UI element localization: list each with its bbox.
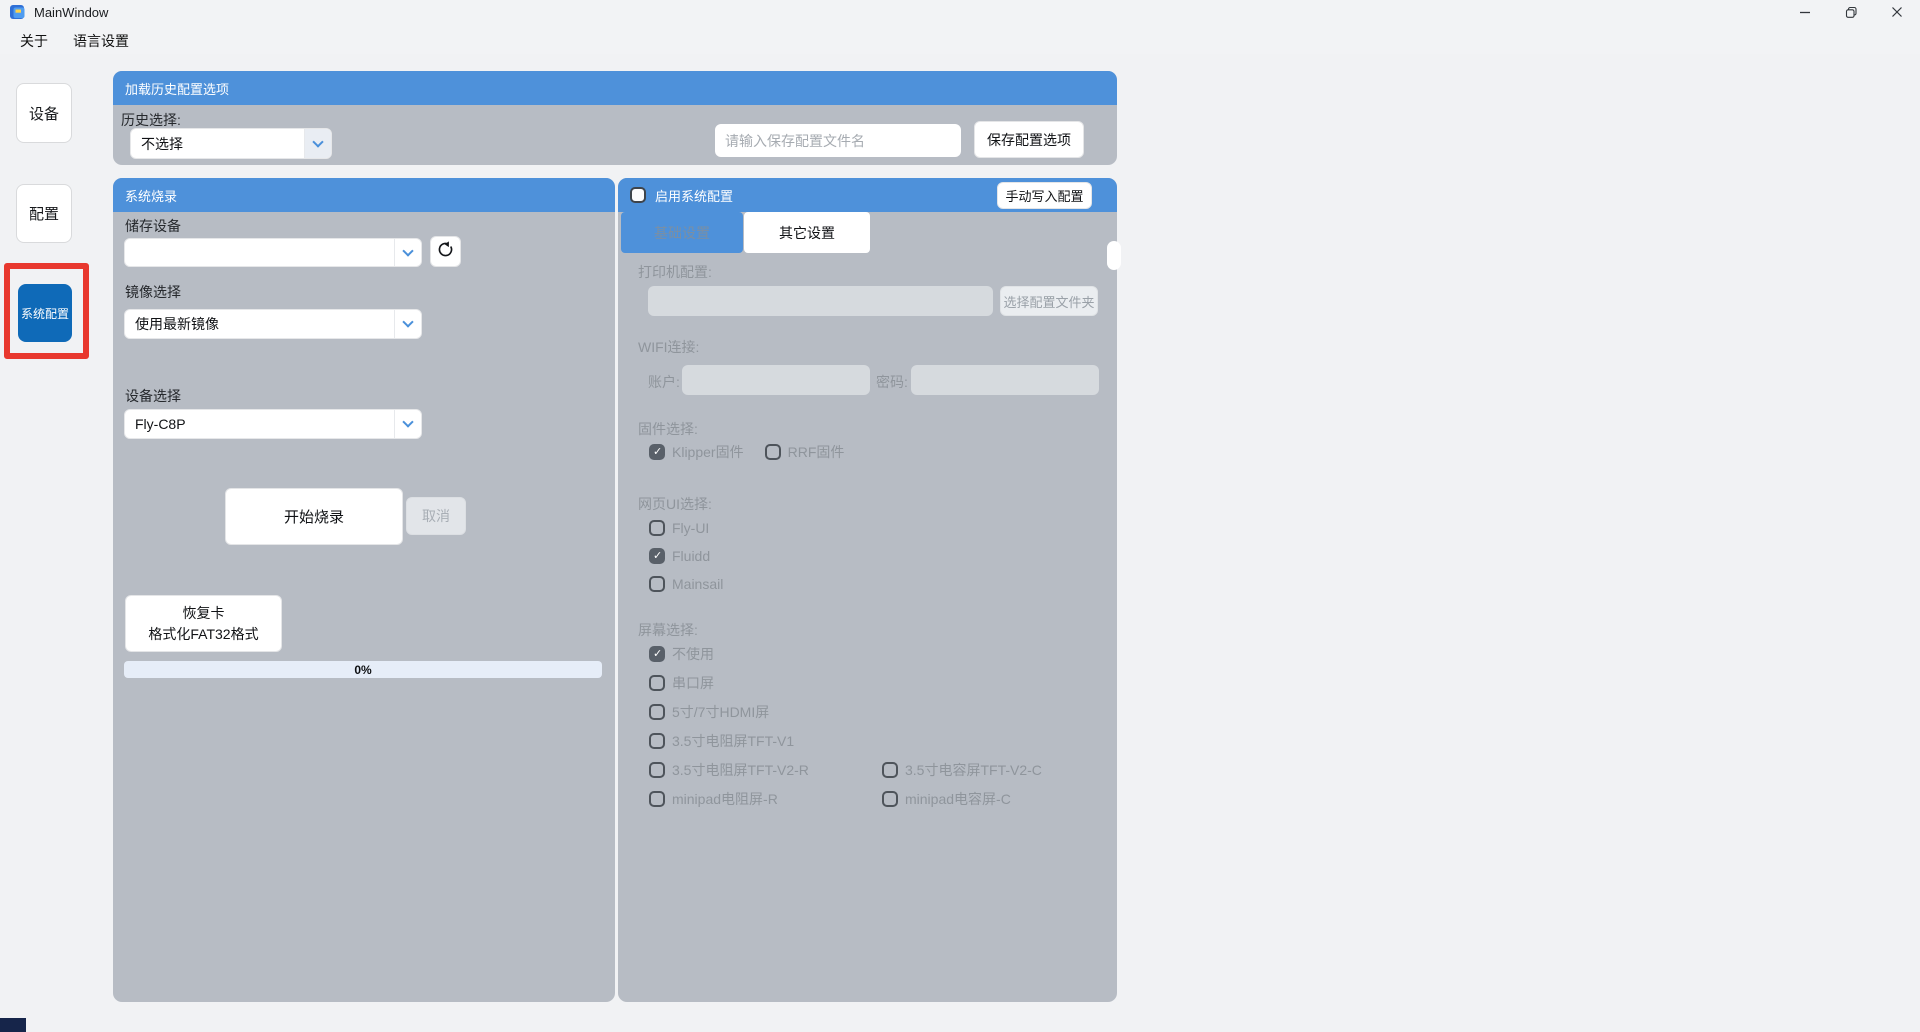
screen-minipad-c-checkbox[interactable] (882, 791, 898, 807)
printer-config-input[interactable] (648, 286, 993, 316)
enable-system-config-label: 启用系统配置 (655, 186, 733, 205)
screen-minipad-r-checkbox[interactable] (649, 791, 665, 807)
firmware-klipper-checkbox[interactable] (649, 444, 665, 460)
storage-device-value (125, 239, 394, 266)
tab-other-settings[interactable]: 其它设置 (744, 212, 870, 253)
firmware-rrf-checkbox[interactable] (765, 444, 781, 460)
history-config-panel: 加载历史配置选项 历史选择: 不选择 保存配置选项 (113, 71, 1117, 165)
flash-progress-text: 0% (354, 663, 371, 677)
wifi-account-label: 账户: (648, 372, 680, 392)
screen-tft-v2c-label: 3.5寸电容屏TFT-V2-C (905, 760, 1042, 780)
device-select-label: 设备选择 (125, 386, 181, 406)
sidebar-item-device[interactable]: 设备 (16, 83, 72, 143)
sidebar-item-config[interactable]: 配置 (16, 184, 72, 243)
system-flash-panel: 系统烧录 储存设备 镜像选择 使用最新镜像 设备选择 Fly-C8P 开始烧录 (113, 178, 615, 1002)
start-flash-button[interactable]: 开始烧录 (225, 488, 403, 545)
title-bar: MainWindow (0, 0, 1920, 24)
restore-card-format-button[interactable]: 恢复卡 格式化FAT32格式 (125, 595, 282, 652)
webui-mainsail-label: Mainsail (672, 576, 723, 592)
storage-device-label: 储存设备 (125, 216, 181, 236)
wifi-account-input[interactable] (682, 365, 870, 395)
wifi-password-input[interactable] (911, 365, 1099, 395)
firmware-klipper-label: Klipper固件 (672, 442, 744, 462)
main-window: MainWindow 关于 语言设置 设备 配置 系统配置 加载历史配置选项 历… (0, 0, 1920, 1032)
flash-progress-bar: 0% (124, 661, 602, 678)
taskbar-fragment (0, 1018, 26, 1032)
image-select-dropdown[interactable]: 使用最新镜像 (124, 309, 422, 339)
chevron-down-icon (394, 410, 421, 438)
chevron-down-icon (304, 129, 331, 158)
webui-flyui-checkbox[interactable] (649, 520, 665, 536)
screen-none-checkbox[interactable] (649, 646, 665, 662)
tab-basic-settings[interactable]: 基础设置 (621, 212, 743, 253)
refresh-storage-button[interactable] (430, 236, 461, 267)
app-icon (9, 3, 27, 21)
history-select-label: 历史选择: (121, 110, 181, 130)
sidebar-item-system-config[interactable]: 系统配置 (18, 284, 72, 342)
screen-minipad-c-label: minipad电容屏-C (905, 789, 1011, 809)
storage-device-dropdown[interactable] (124, 238, 422, 267)
minimize-icon[interactable] (1782, 0, 1828, 24)
history-panel-header: 加载历史配置选项 (113, 71, 1117, 105)
webui-select-label: 网页UI选择: (638, 494, 712, 514)
window-title: MainWindow (34, 5, 108, 20)
select-config-folder-button[interactable]: 选择配置文件夹 (1000, 286, 1098, 316)
window-controls (1782, 0, 1920, 24)
image-select-label: 镜像选择 (125, 282, 181, 302)
screen-serial-label: 串口屏 (672, 673, 714, 693)
screen-tft-v1-label: 3.5寸电阻屏TFT-V1 (672, 731, 794, 751)
webui-mainsail-checkbox[interactable] (649, 576, 665, 592)
screen-select-label: 屏幕选择: (638, 620, 698, 640)
webui-fluidd-checkbox[interactable] (649, 548, 665, 564)
screen-serial-checkbox[interactable] (649, 675, 665, 691)
flash-panel-title: 系统烧录 (125, 186, 177, 205)
enable-system-config-checkbox[interactable] (630, 187, 646, 203)
printer-config-label: 打印机配置: (638, 262, 712, 282)
screen-tft-v1-checkbox[interactable] (649, 733, 665, 749)
screen-hdmi-checkbox[interactable] (649, 704, 665, 720)
history-select-dropdown[interactable]: 不选择 (130, 128, 332, 159)
menu-item-language-settings[interactable]: 语言设置 (69, 29, 133, 53)
firmware-select-label: 固件选择: (638, 419, 698, 439)
screen-tft-v2c-checkbox[interactable] (882, 762, 898, 778)
cancel-flash-button[interactable]: 取消 (406, 497, 466, 535)
save-config-button[interactable]: 保存配置选项 (974, 121, 1084, 158)
webui-flyui-label: Fly-UI (672, 520, 709, 536)
restore-card-line1: 恢复卡 (183, 603, 225, 624)
chevron-down-icon (394, 310, 421, 338)
flash-panel-header: 系统烧录 (113, 178, 615, 212)
config-filename-input[interactable] (715, 124, 961, 157)
menu-bar: 关于 语言设置 (0, 24, 1920, 54)
device-select-value: Fly-C8P (125, 410, 394, 438)
image-select-value: 使用最新镜像 (125, 310, 394, 338)
screen-minipad-r-label: minipad电阻屏-R (672, 789, 778, 809)
wifi-password-label: 密码: (876, 372, 908, 392)
close-icon[interactable] (1874, 0, 1920, 24)
screen-tft-v2r-checkbox[interactable] (649, 762, 665, 778)
restore-icon[interactable] (1828, 0, 1874, 24)
screen-tft-v2r-label: 3.5寸电阻屏TFT-V2-R (672, 760, 809, 780)
webui-fluidd-label: Fluidd (672, 548, 710, 564)
menu-item-about[interactable]: 关于 (16, 29, 52, 53)
manual-write-config-button[interactable]: 手动写入配置 (997, 182, 1092, 209)
history-panel-title: 加载历史配置选项 (125, 79, 229, 98)
panel-edge-notch (1107, 241, 1121, 270)
screen-none-label: 不使用 (672, 644, 714, 664)
wifi-connect-label: WIFI连接: (638, 337, 699, 357)
history-select-value: 不选择 (131, 129, 304, 158)
system-config-panel: 启用系统配置 手动写入配置 基础设置 其它设置 打印机配置: 选择配置文件夹 W… (618, 178, 1117, 1002)
chevron-down-icon (394, 239, 421, 266)
screen-hdmi-label: 5寸/7寸HDMI屏 (672, 702, 769, 722)
restore-card-line2: 格式化FAT32格式 (148, 624, 258, 645)
refresh-icon (436, 240, 455, 264)
firmware-rrf-label: RRF固件 (788, 442, 845, 462)
device-select-dropdown[interactable]: Fly-C8P (124, 409, 422, 439)
